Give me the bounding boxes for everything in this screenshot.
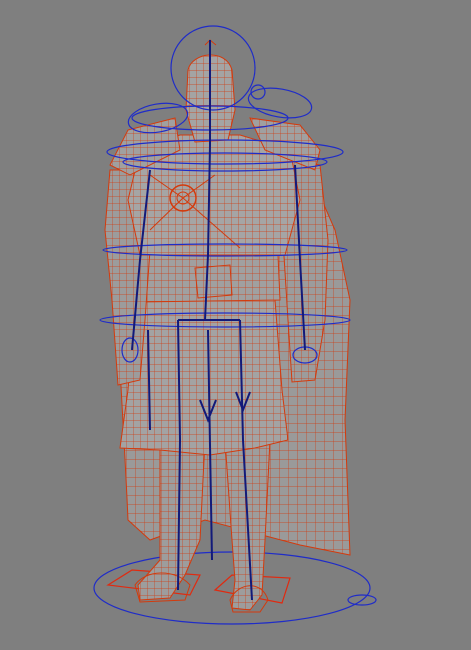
viewport-canvas[interactable] bbox=[0, 0, 471, 650]
3d-viewport[interactable] bbox=[0, 0, 471, 650]
shoulder-control-right[interactable] bbox=[246, 84, 314, 123]
character-mesh[interactable] bbox=[104, 39, 351, 613]
